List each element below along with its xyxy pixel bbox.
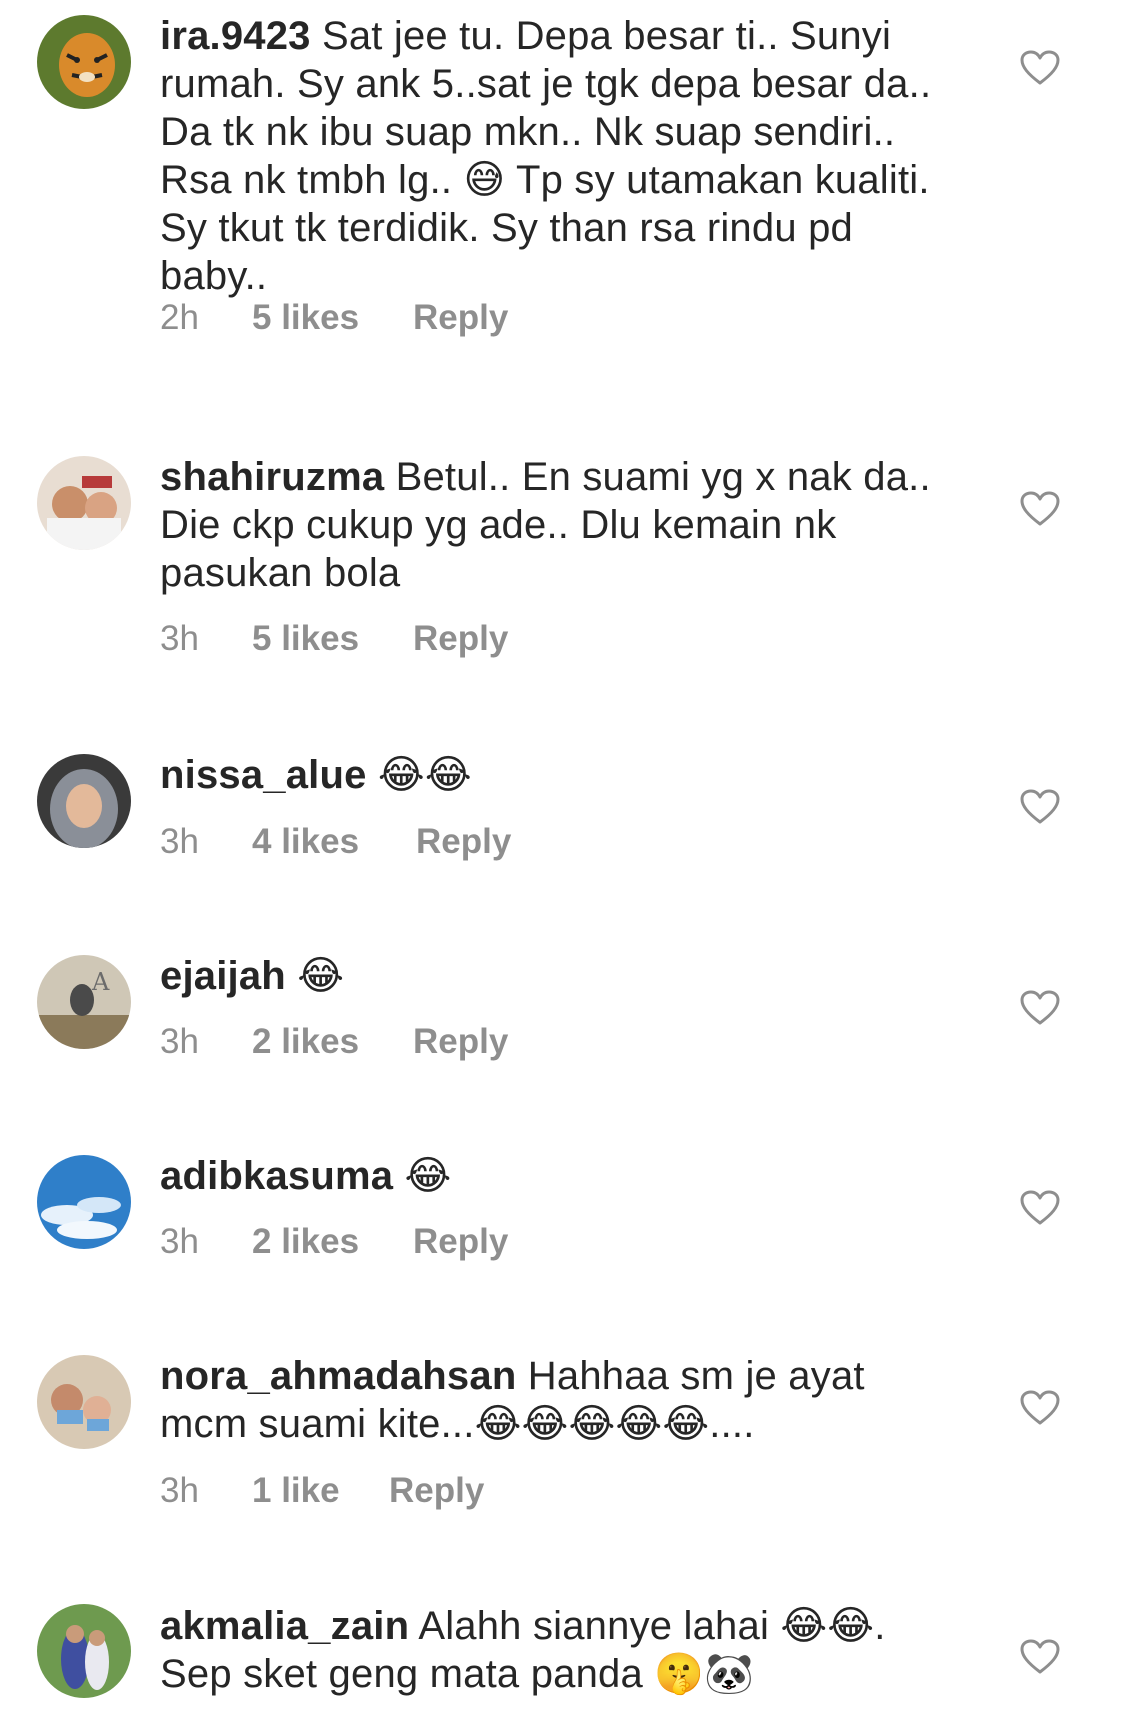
sweat-smile-emoji: 😅 xyxy=(463,157,506,203)
reply-button[interactable]: Reply xyxy=(413,1222,508,1262)
likes-count[interactable]: 1 like xyxy=(252,1471,340,1511)
avatar[interactable] xyxy=(37,456,131,550)
svg-text:A: A xyxy=(91,968,110,996)
family-photo-avatar-icon xyxy=(37,456,131,550)
avatar[interactable] xyxy=(37,1355,131,1449)
comment-username[interactable]: adibkasuma xyxy=(160,1154,393,1198)
like-heart-icon[interactable] xyxy=(1020,50,1060,86)
comment-time: 3h xyxy=(160,1471,199,1510)
like-heart-icon[interactable] xyxy=(1020,491,1060,527)
laughing-tears-emoji: 😂😂😂😂😂 xyxy=(474,1401,710,1447)
cafe-photo-avatar-icon: A xyxy=(37,955,131,1049)
like-heart-icon[interactable] xyxy=(1020,990,1060,1026)
reply-button[interactable]: Reply xyxy=(389,1471,484,1511)
shushing-panda-emoji: 🤫🐼 xyxy=(654,1651,755,1697)
comment-body-continued: .... xyxy=(709,1402,755,1446)
avatar[interactable] xyxy=(37,1155,131,1249)
reply-button[interactable]: Reply xyxy=(413,298,508,338)
comment-time: 2h xyxy=(160,298,199,337)
likes-count[interactable]: 5 likes xyxy=(252,298,359,338)
comment-username[interactable]: shahiruzma xyxy=(160,455,384,499)
comment-username[interactable]: akmalia_zain xyxy=(160,1604,409,1648)
comment-time: 3h xyxy=(160,619,199,658)
comment-text: ira.9423 Sat jee tu. Depa besar ti.. Sun… xyxy=(160,12,960,300)
like-heart-icon[interactable] xyxy=(1020,1639,1060,1675)
garden-couple-avatar-icon xyxy=(37,1604,131,1698)
comment-username[interactable]: ejaijah xyxy=(160,954,286,998)
comment-text: nora_ahmadahsan Hahhaa sm je ayat mcm su… xyxy=(160,1352,960,1448)
avatar[interactable] xyxy=(37,754,131,848)
comment-text: akmalia_zain Alahh siannye lahai 😂😂. Sep… xyxy=(160,1602,960,1698)
tiger-avatar-icon xyxy=(37,15,131,109)
avatar[interactable] xyxy=(37,1604,131,1698)
comment-body xyxy=(367,753,378,797)
group-photo-avatar-icon xyxy=(37,1355,131,1449)
reply-button[interactable]: Reply xyxy=(416,822,511,862)
likes-count[interactable]: 5 likes xyxy=(252,619,359,659)
comment-time: 3h xyxy=(160,1222,199,1261)
like-heart-icon[interactable] xyxy=(1020,789,1060,825)
comment-username[interactable]: ira.9423 xyxy=(160,14,311,58)
comment-text: ejaijah 😂 xyxy=(160,952,960,1000)
likes-count[interactable]: 2 likes xyxy=(252,1022,359,1062)
avatar[interactable]: A xyxy=(37,955,131,1049)
laughing-tears-emoji: 😂 xyxy=(297,953,345,999)
reply-button[interactable]: Reply xyxy=(413,619,508,659)
like-heart-icon[interactable] xyxy=(1020,1390,1060,1426)
comment-body xyxy=(393,1154,404,1198)
comment-username[interactable]: nora_ahmadahsan xyxy=(160,1354,516,1398)
laughing-tears-emoji: 😂😂 xyxy=(780,1603,875,1649)
comment-text: nissa_alue 😂😂 xyxy=(160,751,960,799)
hijab-portrait-avatar-icon xyxy=(37,754,131,848)
likes-count[interactable]: 2 likes xyxy=(252,1222,359,1262)
sky-clouds-avatar-icon xyxy=(37,1155,131,1249)
laughing-tears-emoji: 😂😂 xyxy=(377,752,472,798)
comment-username[interactable]: nissa_alue xyxy=(160,753,367,797)
comment-time: 3h xyxy=(160,822,199,861)
comment-text: adibkasuma 😂 xyxy=(160,1152,960,1200)
comment-time: 3h xyxy=(160,1022,199,1061)
likes-count[interactable]: 4 likes xyxy=(252,822,359,862)
reply-button[interactable]: Reply xyxy=(413,1022,508,1062)
laughing-tears-emoji: 😂 xyxy=(404,1153,452,1199)
comment-text: shahiruzma Betul.. En suami yg x nak da.… xyxy=(160,453,960,597)
comment-body: Alahh siannye lahai xyxy=(409,1604,781,1648)
avatar[interactable] xyxy=(37,15,131,109)
comment-body xyxy=(286,954,297,998)
like-heart-icon[interactable] xyxy=(1020,1190,1060,1226)
